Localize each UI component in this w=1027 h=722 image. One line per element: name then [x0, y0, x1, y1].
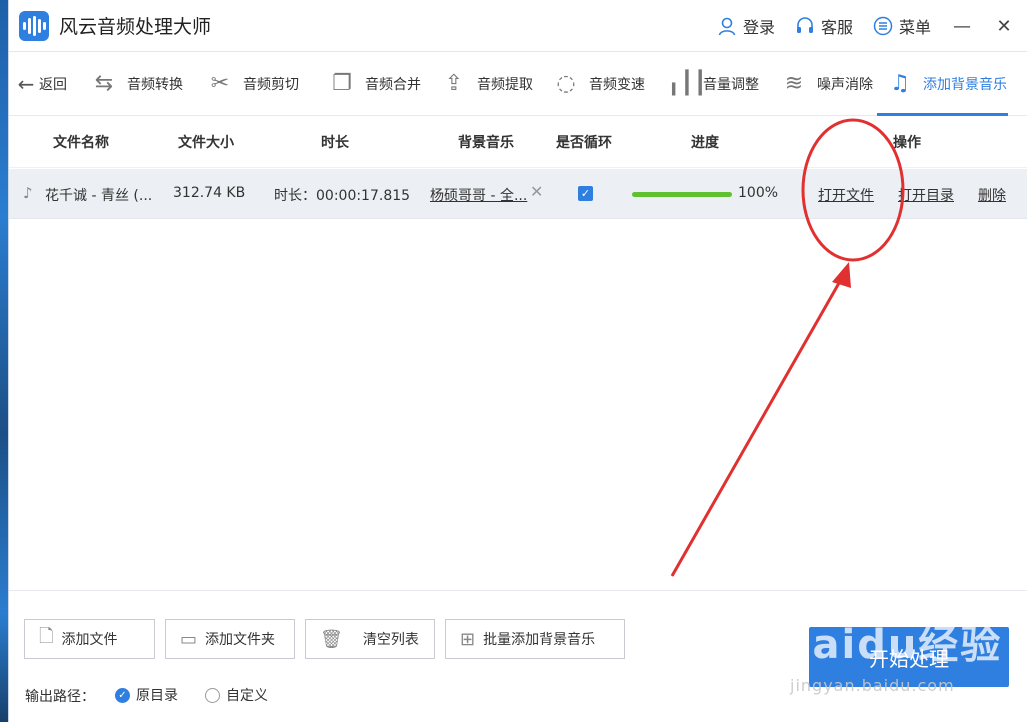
back-button[interactable]: ← 返回 — [9, 52, 81, 116]
header-progress: 进度 — [691, 134, 719, 151]
header-bgm: 背景音乐 — [458, 134, 514, 151]
remove-bgm-icon[interactable]: ✕ — [530, 182, 543, 201]
login-button[interactable]: 登录 — [717, 14, 775, 38]
tool-label: 噪声消除 — [817, 76, 873, 93]
header-actions: 操作 — [893, 134, 921, 151]
add-folder-label: 添加文件夹 — [205, 632, 276, 648]
login-label: 登录 — [742, 18, 775, 37]
table-row[interactable]: ♪ 花千诚 - 青丝 (... 312.74 KB 时长：00:00:17.81… — [9, 169, 1027, 219]
progress-bar — [632, 192, 732, 197]
radio-unchecked-icon — [205, 687, 220, 703]
batch-add-bgm-button[interactable]: ⊞ 批量添加背景音乐 — [445, 619, 625, 659]
radio-custom-label: 自定义 — [226, 688, 268, 704]
menu-button[interactable]: 菜单 — [873, 14, 931, 38]
minimize-button[interactable]: — — [951, 16, 973, 37]
trash-icon: 🗑 — [320, 628, 343, 650]
row-file-name: 花千诚 - 青丝 (... — [45, 188, 153, 204]
tool-label: 音频转换 — [127, 76, 183, 93]
volume-bars-icon: ╻┃┃ — [667, 71, 707, 96]
radio-original-label: 原目录 — [136, 688, 178, 704]
add-file-icon: 🗋 — [39, 626, 54, 647]
app-title: 风云音频处理大师 — [59, 16, 212, 38]
title-actions: 登录 客服 菜单 — ✕ — [717, 0, 1015, 52]
loop-checkbox[interactable]: ✓ — [578, 186, 593, 201]
open-file-link[interactable]: 打开文件 — [818, 185, 874, 205]
row-file-size: 312.74 KB — [173, 185, 246, 201]
tool-label: 音频变速 — [589, 76, 645, 93]
header-name: 文件名称 — [53, 134, 109, 151]
row-bgm-link[interactable]: 杨硕哥哥 - 全... — [430, 185, 527, 205]
arrow-left-icon: ← — [17, 71, 35, 96]
row-duration: 时长：00:00:17.815 — [274, 188, 411, 204]
desktop-background-strip — [0, 0, 8, 722]
add-file-label: 添加文件 — [61, 632, 118, 648]
tool-label: 音频剪切 — [243, 76, 299, 93]
service-label: 客服 — [820, 18, 853, 37]
scissors-icon: ✂ — [210, 71, 230, 96]
tool-audio-convert[interactable]: ⇆ 音频转换 — [81, 52, 197, 116]
menu-list-icon — [873, 16, 893, 36]
output-path-label: 输出路径： — [25, 689, 95, 705]
add-file-button[interactable]: 🗋 添加文件 — [24, 619, 155, 659]
app-logo-icon — [19, 10, 49, 41]
tool-label: 音量调整 — [703, 76, 759, 93]
tool-add-bgm[interactable]: ♫ 添加背景音乐 — [877, 52, 1008, 116]
batch-add-icon: ⊞ — [460, 628, 476, 650]
add-folder-icon: ▭ — [180, 628, 198, 650]
headset-icon — [796, 17, 813, 33]
function-toolbar: ← 返回 ⇆ 音频转换 ✂ 音频剪切 ❐ 音频合并 ⇪ 音频提取 ◌ 音频变速 … — [9, 52, 1027, 116]
header-duration: 时长 — [321, 134, 349, 151]
title-bar: 风云音频处理大师 登录 客服 菜单 — ✕ — [9, 0, 1027, 52]
speed-icon: ◌ — [556, 71, 576, 96]
clear-list-button[interactable]: 🗑 清空列表 — [305, 619, 435, 659]
upload-icon: ⇪ — [444, 71, 464, 96]
tool-noise-remove[interactable]: ≋ 噪声消除 — [771, 52, 877, 116]
merge-icon: ❐ — [332, 71, 352, 96]
back-label: 返回 — [39, 76, 67, 93]
tool-label: 音频提取 — [477, 76, 533, 93]
delete-link[interactable]: 删除 — [978, 185, 1006, 205]
open-folder-link[interactable]: 打开目录 — [898, 185, 954, 205]
music-file-icon: ♪ — [23, 184, 33, 202]
table-header: 文件名称 文件大小 时长 背景音乐 是否循环 进度 操作 — [9, 116, 1027, 168]
clear-list-label: 清空列表 — [362, 632, 419, 648]
tool-volume-adjust[interactable]: ╻┃┃ 音量调整 — [657, 52, 771, 116]
close-button[interactable]: ✕ — [993, 16, 1015, 37]
baidu-watermark: Baidu经验 — [780, 622, 1003, 668]
tool-audio-speed[interactable]: ◌ 音频变速 — [543, 52, 657, 116]
radio-checked-icon: ✓ — [115, 687, 130, 703]
baidu-watermark-url: jingyan.baidu.com — [790, 676, 955, 695]
music-note-icon: ♫ — [890, 71, 910, 96]
tool-audio-merge[interactable]: ❐ 音频合并 — [319, 52, 431, 116]
progress-fill — [632, 192, 732, 197]
tool-label: 添加背景音乐 — [923, 76, 1007, 93]
tool-audio-extract[interactable]: ⇪ 音频提取 — [431, 52, 543, 116]
tool-label: 音频合并 — [365, 76, 421, 93]
radio-custom-dir[interactable]: 自定义 — [205, 685, 268, 705]
customer-service-button[interactable]: 客服 — [795, 14, 853, 38]
tool-audio-cut[interactable]: ✂ 音频剪切 — [197, 52, 319, 116]
add-folder-button[interactable]: ▭ 添加文件夹 — [165, 619, 295, 659]
convert-icon: ⇆ — [94, 71, 114, 96]
header-size: 文件大小 — [178, 134, 234, 151]
header-loop: 是否循环 — [556, 134, 612, 151]
menu-label: 菜单 — [898, 18, 931, 37]
noise-icon: ≋ — [784, 71, 804, 96]
batch-add-bgm-label: 批量添加背景音乐 — [483, 632, 596, 648]
progress-text: 100% — [738, 185, 779, 201]
radio-original-dir[interactable]: ✓ 原目录 — [115, 685, 178, 705]
user-icon — [718, 17, 736, 36]
